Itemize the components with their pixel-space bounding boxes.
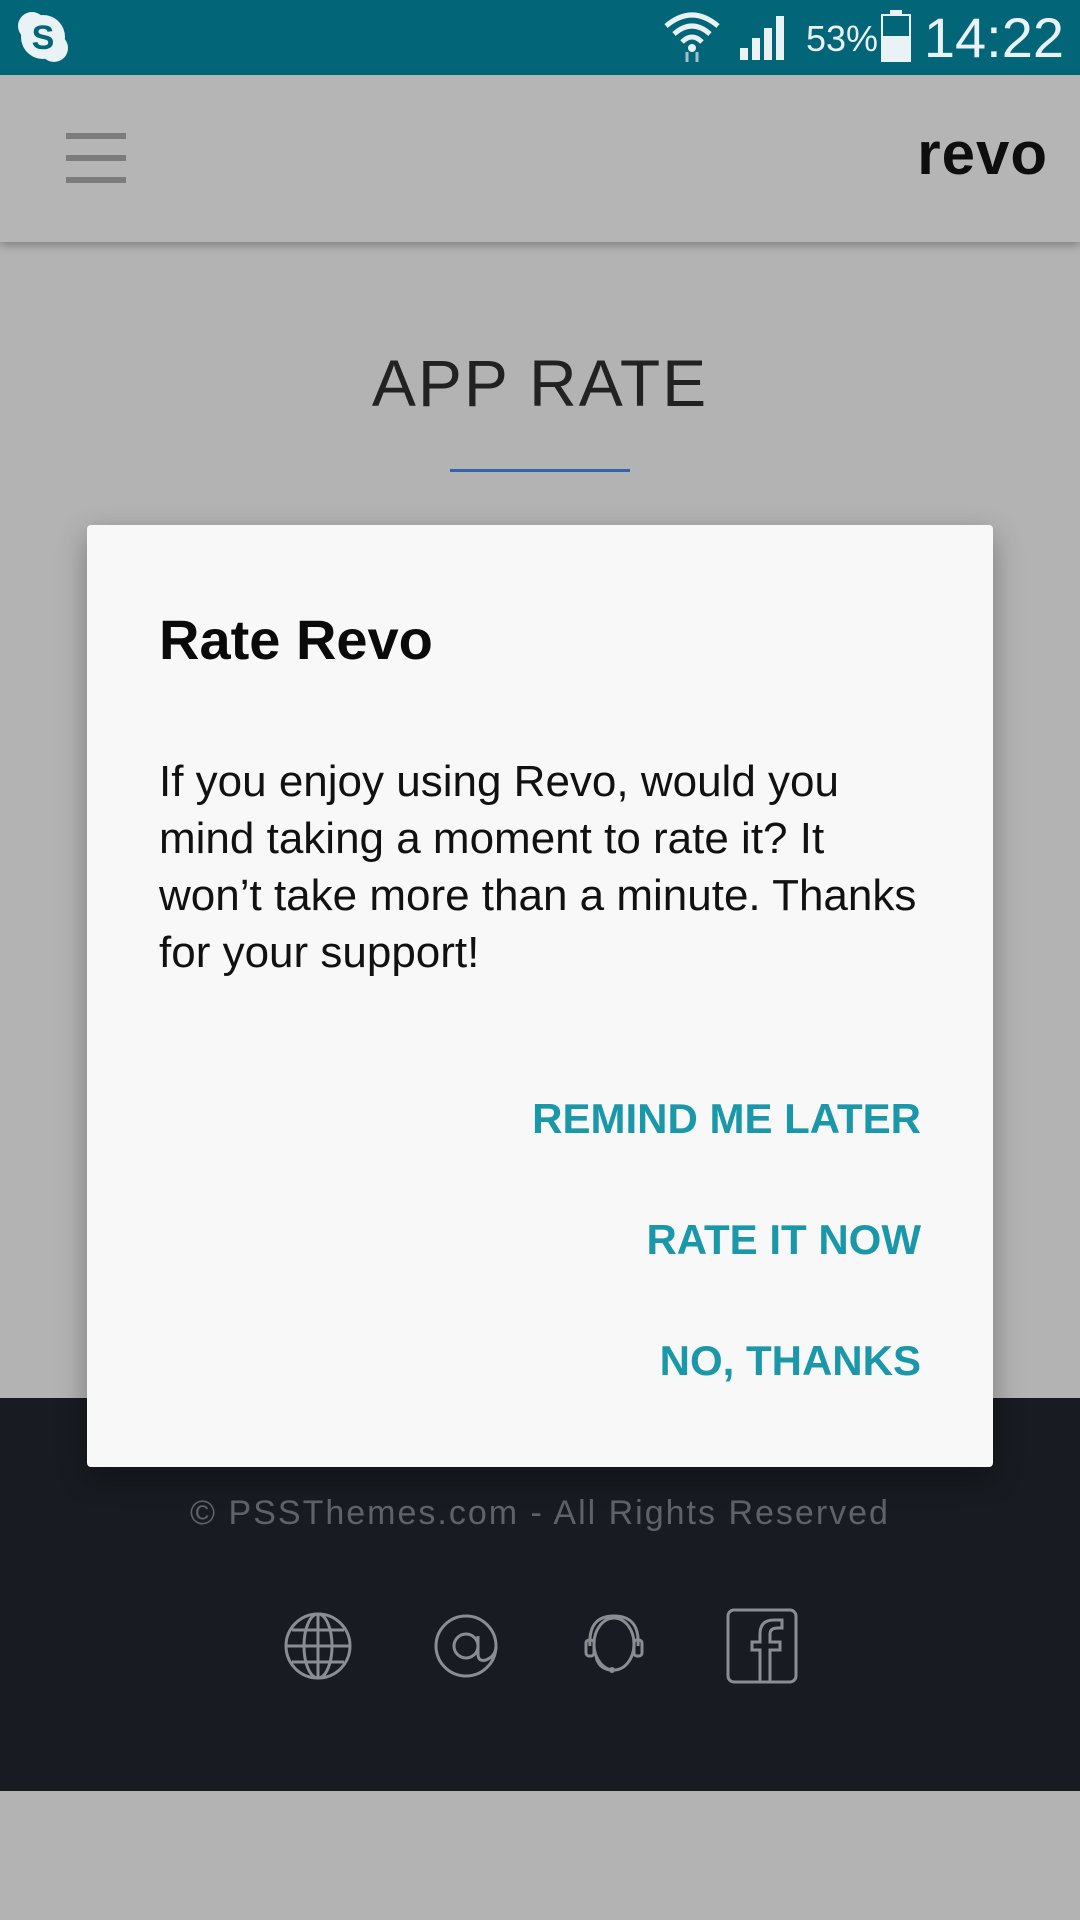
rate-it-now-button[interactable]: RATE IT NOW bbox=[646, 1216, 921, 1264]
brand-logo: revo bbox=[917, 120, 1048, 187]
svg-text:S: S bbox=[32, 19, 55, 57]
status-bar: S 53% 14:22 bbox=[0, 0, 1080, 75]
app-bar: revo bbox=[0, 75, 1080, 242]
rate-dialog: Rate Revo If you enjoy using Revo, would… bbox=[87, 525, 993, 1467]
hamburger-menu-icon[interactable] bbox=[56, 125, 136, 191]
wifi-icon bbox=[664, 12, 720, 62]
dialog-title: Rate Revo bbox=[159, 608, 433, 671]
support-agent-icon[interactable] bbox=[576, 1608, 652, 1684]
title-underline bbox=[450, 469, 630, 472]
globe-www-icon[interactable] bbox=[280, 1608, 356, 1684]
remind-me-later-button[interactable]: REMIND ME LATER bbox=[532, 1095, 921, 1143]
skype-icon: S bbox=[18, 12, 68, 62]
battery-icon bbox=[881, 10, 911, 62]
app-screen: S 53% 14:22 revo APP RATE © PSSThemes.co… bbox=[0, 0, 1080, 1920]
dialog-message: If you enjoy using Revo, would you mind … bbox=[159, 757, 917, 977]
page-title: APP RATE bbox=[371, 346, 709, 420]
clock: 14:22 bbox=[923, 6, 1064, 69]
facebook-icon[interactable] bbox=[724, 1608, 800, 1684]
at-sign-icon[interactable] bbox=[428, 1608, 504, 1684]
signal-icon bbox=[740, 16, 784, 60]
copyright-text: © PSSThemes.com - All Rights Reserved bbox=[190, 1494, 890, 1532]
battery-percent: 53% bbox=[806, 18, 879, 59]
no-thanks-button[interactable]: NO, THANKS bbox=[660, 1337, 921, 1385]
